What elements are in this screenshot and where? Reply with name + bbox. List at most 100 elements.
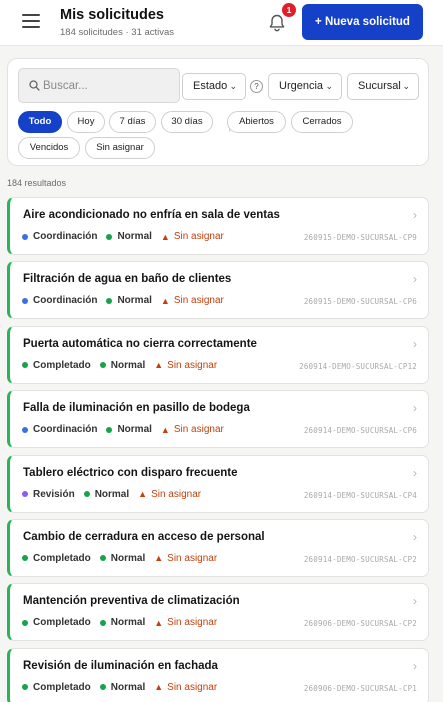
notification-badge: 1 [282, 3, 296, 17]
status-label: Coordinación [33, 424, 98, 436]
assignment-label: Sin asignar [167, 681, 218, 693]
urgency-dot [99, 684, 106, 691]
assignment-label: Sin asignar [173, 231, 224, 242]
assignment-badge: ▲ Sin asignar [161, 231, 224, 242]
urgency-label: Normal [94, 488, 130, 500]
urgency-badge: Normal [83, 488, 130, 500]
chevron-right-icon: › [413, 401, 417, 416]
status-label: Completado [33, 359, 91, 371]
urgency-badge: Normal [99, 359, 146, 371]
urgencia-select[interactable]: Urgencia ⌄ [268, 73, 342, 100]
status-dot [22, 491, 28, 498]
filter-panel: Estado⌄ ? Urgencia⌄ Sucursal⌄ Todo Hoy 7… [7, 58, 429, 166]
status-label: Revisión [33, 488, 75, 500]
status-label: Completado [33, 552, 91, 564]
assignment-label: Sin asignar [167, 359, 218, 371]
urgency-label: Normal [117, 231, 152, 242]
chip-abiertos[interactable]: Abiertos [227, 111, 286, 133]
status-dot [22, 555, 28, 562]
urgency-dot [99, 619, 106, 626]
results-count: 184 resultados [7, 178, 67, 188]
assignment-badge: ▲ Sin asignar [154, 360, 217, 371]
search-input[interactable] [43, 69, 173, 102]
urgency-badge: Normal [106, 424, 152, 435]
chevron-down-icon: ⌄ [402, 81, 410, 91]
status-badge: Completado [22, 682, 91, 693]
chevron-right-icon: › [413, 594, 417, 609]
assignment-badge: ▲ Sin asignar [161, 295, 224, 306]
estado-select-label: Estado [193, 80, 228, 92]
search-box[interactable] [18, 68, 180, 103]
warning-icon: ▲ [154, 617, 164, 628]
request-code: 260915-DEMO-SUCURSAL-CP9 [303, 233, 417, 242]
list-item[interactable]: Mantención preventiva de climatización C… [7, 583, 429, 642]
assignment-badge: ▲ Sin asignar [161, 424, 224, 435]
hamburger-menu-icon[interactable] [22, 14, 40, 30]
chip-todo[interactable]: Todo [18, 111, 62, 133]
request-title: Tablero eléctrico con disparo frecuente [23, 466, 238, 479]
page-title: Mis solicitudes [60, 7, 164, 23]
chip-sin-asignar[interactable]: Sin asignar [85, 137, 155, 159]
status-badge: Revisión [22, 489, 75, 500]
chevron-right-icon: › [413, 272, 417, 287]
chip-vencidos[interactable]: Vencidos [18, 137, 80, 159]
urgency-badge: Normal [106, 295, 152, 307]
status-dot [22, 619, 28, 626]
chip-hoy[interactable]: Hoy [67, 111, 105, 133]
urgency-label: Normal [110, 617, 146, 629]
warning-icon: ▲ [160, 295, 170, 306]
assignment-badge: ▲ Sin asignar [154, 682, 217, 693]
assignment-label: Sin asignar [167, 617, 218, 629]
list-item[interactable]: Filtración de agua en baño de clientes C… [7, 261, 429, 320]
warning-icon: ▲ [160, 424, 170, 435]
urgency-badge: Normal [99, 617, 146, 629]
chevron-right-icon: › [413, 529, 417, 544]
assignment-label: Sin asignar [167, 552, 218, 564]
chip-30-dias[interactable]: 30 días [161, 111, 213, 133]
status-dot [22, 297, 28, 304]
chip-7-dias[interactable]: 7 días [109, 111, 156, 133]
urgency-badge: Normal [99, 681, 146, 693]
chip-cerrados[interactable]: Cerrados [291, 111, 353, 133]
status-label: Completado [33, 617, 91, 629]
new-request-button[interactable]: + Nueva solicitud [302, 4, 423, 40]
estado-select[interactable]: Estado ⌄ [182, 73, 246, 100]
list-item[interactable]: Falla de iluminación en pasillo de bodeg… [7, 390, 429, 449]
list-item[interactable]: Tablero eléctrico con disparo frecuente … [7, 454, 429, 513]
status-dot [22, 233, 28, 240]
list-item[interactable]: Aire acondicionado no enfría en sala de … [7, 197, 429, 255]
chevron-down-icon: ⌄ [325, 81, 333, 91]
status-badge: Coordinación [22, 424, 97, 435]
urgency-badge: Normal [106, 231, 152, 242]
assignment-label: Sin asignar [151, 488, 202, 500]
urgencia-select-label: Urgencia [279, 80, 324, 92]
chevron-right-icon: › [413, 208, 417, 222]
list-item[interactable]: Revisión de iluminación en fachada Compl… [7, 647, 429, 702]
status-dot [22, 684, 28, 691]
sucursal-select-label: Sucursal [358, 80, 401, 92]
request-title: Revisión de iluminación en fachada [23, 659, 218, 672]
status-label: Coordinación [33, 231, 98, 242]
warning-icon: ▲ [154, 553, 164, 564]
urgency-label: Normal [117, 295, 152, 307]
request-meta: Coordinación Normal ▲ Sin asignar [22, 295, 224, 306]
assignment-badge: ▲ Sin asignar [154, 553, 217, 564]
list-item[interactable]: Puerta automática no cierra correctament… [7, 325, 429, 384]
urgency-dot [106, 426, 113, 433]
request-title: Mantención preventiva de climatización [23, 595, 240, 608]
list-item[interactable]: Cambio de cerradura en acceso de persona… [7, 518, 429, 577]
help-icon[interactable]: ? [250, 80, 263, 93]
urgency-dot [99, 555, 106, 562]
request-title: Cambio de cerradura en acceso de persona… [23, 530, 265, 543]
status-badge: Completado [22, 617, 91, 628]
urgency-dot [106, 297, 113, 304]
bell-icon[interactable] [268, 13, 286, 33]
sucursal-select[interactable]: Sucursal ⌄ [347, 73, 419, 100]
urgency-dot [99, 362, 106, 369]
request-meta: Completado Normal ▲ Sin asignar [22, 360, 217, 371]
request-meta: Coordinación Normal ▲ Sin asignar [22, 424, 224, 435]
urgency-label: Normal [110, 681, 146, 693]
chevron-right-icon: › [413, 658, 417, 673]
request-title: Puerta automática no cierra correctament… [23, 337, 257, 350]
urgency-label: Normal [110, 359, 146, 371]
